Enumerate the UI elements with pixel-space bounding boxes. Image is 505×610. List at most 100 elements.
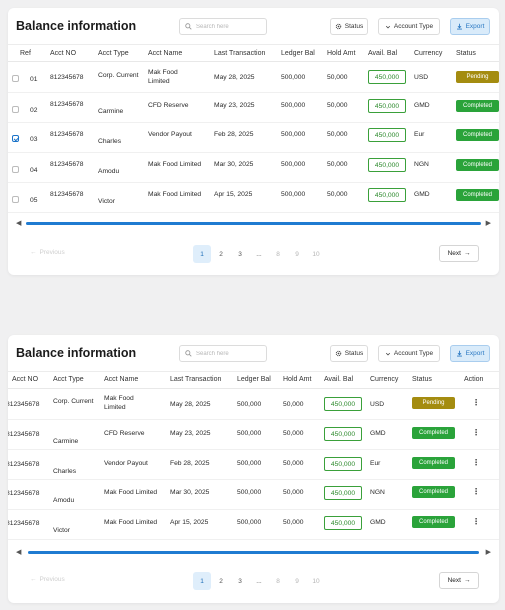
avail-bal-box: 450,000 (324, 486, 362, 500)
account-type-filter-button[interactable]: Account Type (378, 18, 440, 35)
col-acct-no: Acct NO (12, 376, 39, 383)
scroll-left-arrow-icon[interactable]: ◀ (16, 548, 21, 557)
next-button[interactable]: Next → (439, 245, 479, 262)
table-row[interactable]: 05 812345678 Victor Mak Food Limited Apr… (8, 183, 499, 213)
balance-table: Acct NO Acct Type Acct Name Last Transac… (8, 371, 499, 541)
cell-acct-no: 812345678 (50, 131, 84, 138)
row-checkbox[interactable] (12, 75, 19, 82)
status-badge: Completed (412, 457, 455, 469)
horizontal-scrollbar[interactable]: ◀ ▶ (16, 548, 491, 557)
page-10[interactable]: 10 (307, 572, 325, 590)
row-checkbox[interactable] (12, 166, 19, 173)
arrow-left-icon: ← (30, 249, 37, 256)
page-8[interactable]: 8 (269, 572, 287, 590)
export-button[interactable]: Export (450, 345, 490, 362)
table-row[interactable]: 04 812345678 Amodu Mak Food Limited Mar … (8, 153, 499, 183)
col-acct-type: Acct Type (98, 50, 129, 57)
table-header: Ref Acct NO Acct Type Acct Name Last Tra… (8, 44, 499, 62)
avail-bal-box: 450,000 (324, 457, 362, 471)
page-3[interactable]: 3 (231, 572, 249, 590)
col-avail-bal: Avail. Bal (324, 376, 354, 383)
more-actions-icon[interactable]: ⋮ (472, 517, 480, 526)
col-acct-name: Acct Name (148, 50, 183, 57)
cell-ledger-bal: 500,000 (237, 430, 262, 437)
status-badge: Completed (456, 129, 499, 141)
search-box[interactable] (179, 18, 267, 35)
cell-ledger-bal: 500,000 (281, 74, 306, 81)
account-type-filter-button[interactable]: Account Type (378, 345, 440, 362)
search-input[interactable] (196, 350, 266, 357)
cell-acct-name: CFD Reserve (148, 102, 189, 109)
status-badge: Completed (412, 516, 455, 528)
page-10[interactable]: 10 (307, 245, 325, 263)
cell-ledger-bal: 500,000 (281, 191, 306, 198)
more-actions-icon[interactable]: ⋮ (472, 487, 480, 496)
more-actions-icon[interactable]: ⋮ (472, 398, 480, 407)
search-input[interactable] (196, 23, 266, 30)
table-row[interactable]: 03 812345678 Charles Vendor Payout Feb 2… (8, 123, 499, 153)
more-actions-icon[interactable]: ⋮ (472, 428, 480, 437)
avail-bal-box: 450,000 (368, 128, 406, 142)
row-checkbox[interactable] (12, 196, 19, 203)
cell-acct-no: 812345678 (8, 520, 40, 527)
table-row[interactable]: 812345678 Carmine CFD Reserve May 23, 20… (8, 420, 499, 450)
col-status: Status (456, 50, 476, 57)
col-currency: Currency (414, 50, 443, 57)
col-last-transaction: Last Transaction (170, 376, 222, 383)
download-icon (456, 350, 462, 357)
cell-hold-amt: 50,000 (327, 191, 348, 198)
cell-last-transaction: Mar 30, 2025 (214, 161, 254, 168)
status-badge: Pending (412, 397, 455, 409)
col-action: Action (464, 376, 484, 383)
cell-acct-no: 812345678 (8, 401, 40, 408)
page-2[interactable]: 2 (212, 572, 230, 590)
status-filter-button[interactable]: Status (330, 18, 368, 35)
status-filter-button[interactable]: Status (330, 345, 368, 362)
table-row[interactable]: 812345678 Amodu Mak Food Limited Mar 30,… (8, 480, 499, 510)
page-ellipsis: ... (256, 250, 262, 258)
previous-button[interactable]: ← Previous (30, 576, 65, 583)
cell-acct-name: Vendor Payout (104, 460, 148, 467)
row-checkbox-checked[interactable] (12, 135, 19, 142)
table-row[interactable]: 812345678 Charles Vendor Payout Feb 28, … (8, 450, 499, 480)
cell-currency: GMD (414, 102, 430, 109)
cell-ref: 03 (30, 136, 38, 143)
chevron-down-icon (385, 352, 390, 355)
status-badge: Completed (456, 100, 499, 112)
more-actions-icon[interactable]: ⋮ (472, 458, 480, 467)
col-acct-no: Acct NO (50, 50, 77, 57)
balance-table: Ref Acct NO Acct Type Acct Name Last Tra… (8, 44, 499, 214)
page-2[interactable]: 2 (212, 245, 230, 263)
avail-bal-box: 450,000 (324, 516, 362, 530)
account-type-filter-label: Account Type (393, 350, 434, 357)
page-9[interactable]: 9 (288, 572, 306, 590)
cell-ledger-bal: 500,000 (237, 519, 262, 526)
scrollbar-thumb[interactable] (26, 222, 481, 225)
table-row[interactable]: 812345678 Corp. Current Mak Food Limited… (8, 390, 499, 420)
scrollbar-thumb[interactable] (28, 551, 479, 554)
col-ledger-bal: Ledger Bal (237, 376, 271, 383)
scroll-right-arrow-icon[interactable]: ▶ (486, 548, 491, 557)
row-checkbox[interactable] (12, 106, 19, 113)
table-row[interactable]: 01 812345678 Corp. Current Mak Food Limi… (8, 63, 499, 93)
col-currency: Currency (370, 376, 399, 383)
cell-acct-type: Corp. Current (98, 72, 139, 79)
table-row[interactable]: 02 812345678 Carmine CFD Reserve May 23,… (8, 93, 499, 123)
next-button[interactable]: Next → (439, 572, 479, 589)
previous-label: Previous (39, 576, 65, 583)
export-button[interactable]: Export (450, 18, 490, 35)
page-8[interactable]: 8 (269, 245, 287, 263)
horizontal-scrollbar[interactable]: ◀ ▶ (16, 219, 491, 228)
cell-acct-name: Mak Food Limited (148, 161, 202, 168)
search-box[interactable] (179, 345, 267, 362)
table-row[interactable]: 812345678 Victor Mak Food Limited Apr 15… (8, 510, 499, 540)
page-3[interactable]: 3 (231, 245, 249, 263)
scroll-right-arrow-icon[interactable]: ▶ (486, 219, 491, 228)
scroll-left-arrow-icon[interactable]: ◀ (16, 219, 21, 228)
previous-button[interactable]: ← Previous (30, 249, 65, 256)
page-1[interactable]: 1 (193, 572, 211, 590)
cell-acct-type: Charles (98, 138, 122, 145)
page-9[interactable]: 9 (288, 245, 306, 263)
account-type-filter-label: Account Type (393, 23, 434, 30)
page-1[interactable]: 1 (193, 245, 211, 263)
